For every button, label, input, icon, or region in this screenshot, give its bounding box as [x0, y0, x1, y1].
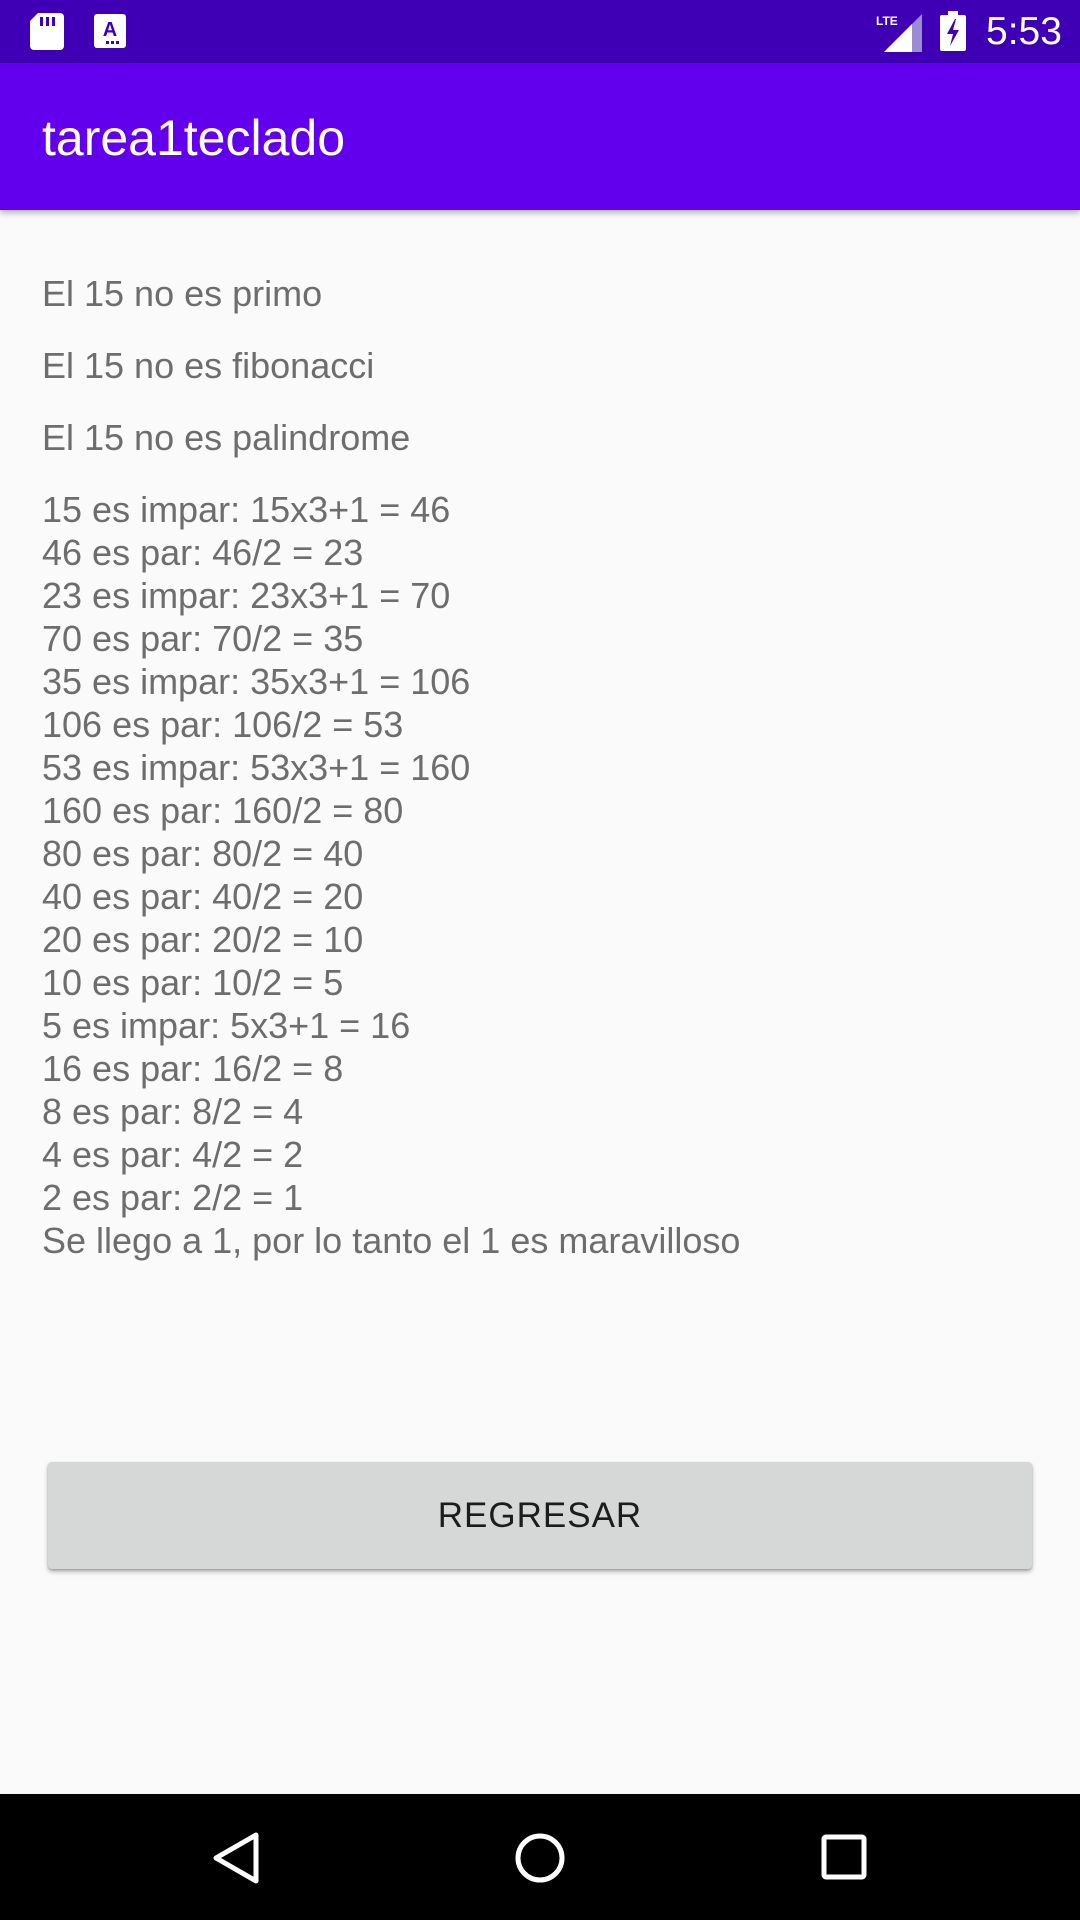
collatz-line: 106 es par: 106/2 = 53	[42, 704, 404, 745]
collatz-line: 4 es par: 4/2 = 2	[42, 1134, 304, 1175]
regresar-button[interactable]: REGRESAR	[48, 1462, 1032, 1569]
regresar-button-label: REGRESAR	[437, 1495, 643, 1535]
a-notification-icon: A	[94, 14, 126, 48]
results-content: El 15 no es primo El 15 no es fibonacci …	[42, 272, 1042, 1262]
lte-signal-icon: LTE	[876, 14, 922, 52]
app-title: tarea1teclado	[42, 110, 346, 166]
collatz-line: 70 es par: 70/2 = 35	[42, 618, 364, 659]
battery-charging-icon	[940, 11, 966, 51]
primo-result: El 15 no es primo	[42, 273, 323, 314]
collatz-conclusion: Se llego a 1, por lo tanto el 1 es marav…	[42, 1220, 741, 1261]
collatz-line: 53 es impar: 53x3+1 = 160	[42, 747, 471, 788]
back-icon[interactable]	[212, 1832, 260, 1884]
collatz-line: 20 es par: 20/2 = 10	[42, 919, 364, 960]
collatz-line: 23 es impar: 23x3+1 = 70	[42, 575, 451, 616]
home-icon[interactable]	[514, 1832, 566, 1884]
collatz-line: 10 es par: 10/2 = 5	[42, 962, 344, 1003]
svg-text:LTE: LTE	[876, 14, 898, 28]
recents-icon[interactable]	[821, 1834, 867, 1880]
collatz-sequence: 15 es impar: 15x3+1 = 46 46 es par: 46/2…	[42, 488, 1042, 1262]
collatz-line: 160 es par: 160/2 = 80	[42, 790, 404, 831]
collatz-line: 80 es par: 80/2 = 40	[42, 833, 364, 874]
svg-text:A: A	[103, 19, 117, 41]
status-time: 5:53	[986, 10, 1062, 53]
app-bar: tarea1teclado	[0, 63, 1080, 210]
collatz-line: 46 es par: 46/2 = 23	[42, 532, 364, 573]
collatz-line: 16 es par: 16/2 = 8	[42, 1048, 344, 1089]
collatz-line: 2 es par: 2/2 = 1	[42, 1177, 304, 1218]
status-bar: A LTE 5:53	[0, 0, 1080, 63]
fibonacci-result: El 15 no es fibonacci	[42, 345, 375, 386]
sd-card-icon	[30, 13, 64, 50]
collatz-line: 5 es impar: 5x3+1 = 16	[42, 1005, 411, 1046]
collatz-line: 8 es par: 8/2 = 4	[42, 1091, 304, 1132]
navigation-bar	[0, 1794, 1080, 1920]
collatz-line: 35 es impar: 35x3+1 = 106	[42, 661, 471, 702]
collatz-line: 40 es par: 40/2 = 20	[42, 876, 364, 917]
collatz-line: 15 es impar: 15x3+1 = 46	[42, 489, 451, 530]
palindrome-result: El 15 no es palindrome	[42, 417, 411, 458]
